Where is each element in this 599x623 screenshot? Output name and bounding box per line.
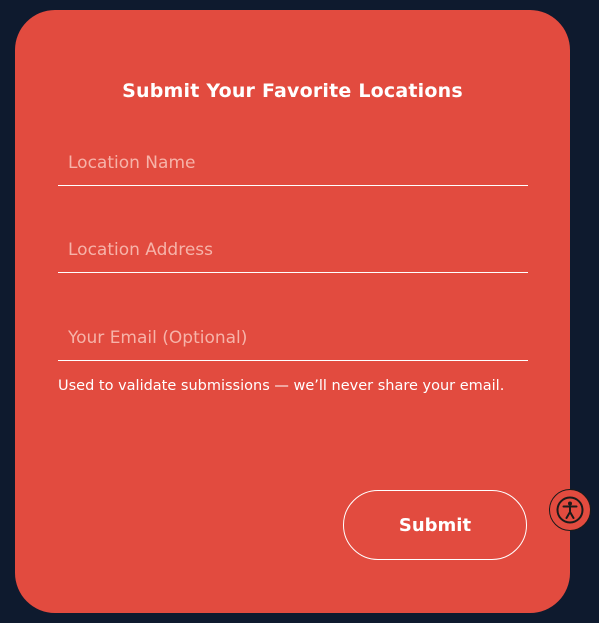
email-input[interactable] xyxy=(58,316,528,360)
location-name-field xyxy=(58,135,528,186)
location-submission-card: Submit Your Favorite Locations Used to v… xyxy=(15,10,570,613)
accessibility-icon xyxy=(556,496,584,524)
submit-button[interactable]: Submit xyxy=(343,490,527,560)
location-address-field xyxy=(58,222,528,273)
location-address-input[interactable] xyxy=(58,228,528,272)
email-field xyxy=(58,310,528,361)
accessibility-button[interactable] xyxy=(549,489,591,531)
email-helper-text: Used to validate submissions — we’ll nev… xyxy=(58,378,505,394)
location-name-input[interactable] xyxy=(58,141,528,185)
form-title: Submit Your Favorite Locations xyxy=(122,80,463,102)
